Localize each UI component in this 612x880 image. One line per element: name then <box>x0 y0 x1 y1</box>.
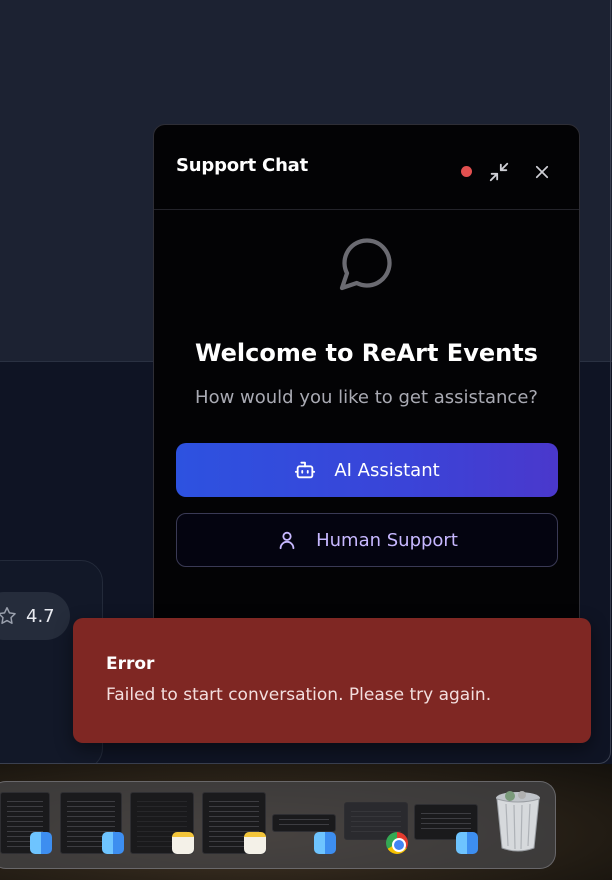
trash-icon[interactable] <box>494 790 542 854</box>
close-button[interactable] <box>530 160 554 184</box>
error-toast[interactable]: Error Failed to start conversation. Plea… <box>73 618 591 743</box>
rating-value: 4.7 <box>26 605 55 627</box>
connection-status-dot <box>461 166 472 177</box>
toast-title: Error <box>106 654 155 674</box>
finder-icon <box>102 832 124 854</box>
minimize-icon <box>489 162 509 182</box>
finder-icon <box>314 832 336 854</box>
finder-icon <box>456 832 478 854</box>
human-support-button[interactable]: Human Support <box>176 513 558 567</box>
chat-title: Support Chat <box>176 155 309 176</box>
ai-assistant-label: AI Assistant <box>334 459 440 481</box>
welcome-title: Welcome to ReArt Events <box>195 339 538 367</box>
rating-badge: 4.7 <box>0 592 70 640</box>
star-icon <box>0 607 16 624</box>
chat-header: Support Chat <box>154 125 579 210</box>
bot-icon <box>295 461 316 479</box>
welcome-subtitle: How would you like to get assistance? <box>195 387 538 408</box>
human-support-label: Human Support <box>316 529 458 551</box>
minimize-button[interactable] <box>487 160 511 184</box>
close-icon <box>535 165 549 179</box>
dock-window-thumbnail[interactable] <box>272 814 336 832</box>
toast-message: Failed to start conversation. Please try… <box>106 685 492 705</box>
chrome-icon <box>386 832 408 854</box>
user-icon <box>279 531 295 550</box>
finder-icon <box>30 832 52 854</box>
ai-assistant-button[interactable]: AI Assistant <box>176 443 558 497</box>
notes-icon <box>172 832 194 854</box>
support-chat-panel: Support Chat Welcome to ReArt Events How… <box>153 124 580 684</box>
notes-icon <box>244 832 266 854</box>
chat-bubble-icon <box>339 238 392 291</box>
